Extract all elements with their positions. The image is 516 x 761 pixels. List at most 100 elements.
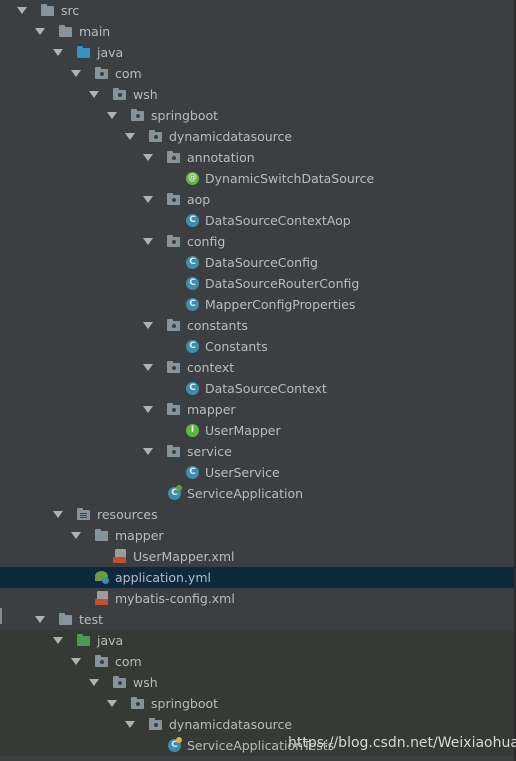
tree-row-constants[interactable]: C Constants: [0, 336, 516, 357]
tree-row-label: constants: [187, 318, 248, 333]
tree-row-dynamicdatasource[interactable]: dynamicdatasource: [0, 714, 516, 735]
package-icon: [167, 360, 182, 375]
annotation-icon: @: [186, 172, 199, 185]
expand-arrow-icon[interactable]: [143, 364, 153, 371]
tree-row-label: application.yml: [115, 570, 211, 585]
tree-row-src[interactable]: src: [0, 0, 516, 21]
tree-row-label: wsh: [133, 87, 158, 102]
spring-boot-class-icon: C: [167, 485, 182, 501]
tree-row-com[interactable]: com: [0, 651, 516, 672]
tree-row-main[interactable]: main: [0, 21, 516, 42]
tree-row-usermapper-xml[interactable]: UserMapper.xml: [0, 546, 516, 567]
tree-row-label: mapper: [187, 402, 236, 417]
tree-row-application-yml[interactable]: application.yml: [0, 567, 516, 588]
tree-row-java[interactable]: java: [0, 42, 516, 63]
tree-row-label: com: [115, 66, 142, 81]
tree-row-label: service: [187, 444, 232, 459]
tree-row-wsh[interactable]: wsh: [0, 672, 516, 693]
tree-row-label: wsh: [133, 675, 158, 690]
expand-arrow-icon[interactable]: [17, 7, 27, 14]
yaml-file-icon: [95, 570, 110, 585]
tree-row-label: com: [115, 654, 142, 669]
tree-row-datasourceconfig[interactable]: C DataSourceConfig: [0, 252, 516, 273]
source-folder-icon: [77, 45, 92, 60]
expand-arrow-icon[interactable]: [143, 154, 153, 161]
tree-row-config[interactable]: config: [0, 231, 516, 252]
expand-arrow-icon[interactable]: [71, 70, 81, 77]
tree-row-label: DataSourceContext: [205, 381, 327, 396]
folder-icon: [95, 528, 110, 543]
expand-arrow-icon[interactable]: [53, 49, 63, 56]
package-icon: [149, 717, 164, 732]
package-icon: [167, 150, 182, 165]
tree-row-label: MapperConfigProperties: [205, 297, 356, 312]
expand-arrow-icon[interactable]: [143, 196, 153, 203]
tree-row-label: context: [187, 360, 235, 375]
tree-row-springboot[interactable]: springboot: [0, 105, 516, 126]
tree-row-aop[interactable]: aop: [0, 189, 516, 210]
tree-row-dynamicswitchdatasource[interactable]: @ DynamicSwitchDataSource: [0, 168, 516, 189]
expand-arrow-icon[interactable]: [71, 658, 81, 665]
tree-row-label: mapper: [115, 528, 164, 543]
tree-row-label: DataSourceConfig: [205, 255, 318, 270]
expand-arrow-icon[interactable]: [35, 616, 45, 623]
package-icon: [167, 318, 182, 333]
expand-arrow-icon[interactable]: [143, 238, 153, 245]
tree-row-label: mybatis-config.xml: [115, 591, 235, 606]
class-icon: C: [185, 213, 200, 228]
interface-icon: I: [185, 423, 200, 438]
expand-arrow-icon[interactable]: [125, 133, 135, 140]
tree-row-java[interactable]: java: [0, 630, 516, 651]
tree-row-constants[interactable]: constants: [0, 315, 516, 336]
class-icon: C: [185, 465, 200, 480]
tree-row-label: resources: [97, 507, 158, 522]
tree-row-mybatis-config-xml[interactable]: mybatis-config.xml: [0, 588, 516, 609]
expand-arrow-icon[interactable]: [35, 28, 45, 35]
tree-row-resources[interactable]: resources: [0, 504, 516, 525]
class-icon: C: [185, 339, 200, 354]
class-icon: C: [185, 297, 200, 312]
tree-row-wsh[interactable]: wsh: [0, 84, 516, 105]
expand-arrow-icon[interactable]: [53, 637, 63, 644]
tree-row-serviceapplication[interactable]: C ServiceApplication: [0, 483, 516, 504]
tree-row-label: springboot: [151, 108, 219, 123]
expand-arrow-icon[interactable]: [71, 532, 81, 539]
class-icon: C: [185, 381, 200, 396]
tree-row-mapper[interactable]: mapper: [0, 399, 516, 420]
tree-row-dynamicdatasource[interactable]: dynamicdatasource: [0, 126, 516, 147]
tree-row-mapperconfigproperties[interactable]: C MapperConfigProperties: [0, 294, 516, 315]
gutter-marker: [0, 608, 2, 624]
package-icon: [149, 129, 164, 144]
tree-row-userservice[interactable]: C UserService: [0, 462, 516, 483]
class-icon: C: [185, 276, 200, 291]
package-icon: [167, 444, 182, 459]
tree-row-datasourcecontextaop[interactable]: C DataSourceContextAop: [0, 210, 516, 231]
tree-row-service[interactable]: service: [0, 441, 516, 462]
watermark: https://blog.csdn.net/Weixiaohuai: [288, 735, 516, 751]
tree-row-datasourcecontext[interactable]: C DataSourceContext: [0, 378, 516, 399]
expand-arrow-icon[interactable]: [53, 511, 63, 518]
tree-row-label: springboot: [151, 696, 219, 711]
expand-arrow-icon[interactable]: [107, 700, 117, 707]
expand-arrow-icon[interactable]: [125, 721, 135, 728]
tree-row-annotation[interactable]: annotation: [0, 147, 516, 168]
tree-row-label: ServiceApplication: [187, 486, 304, 501]
tree-row-label: config: [187, 234, 226, 249]
tree-row-mapper[interactable]: mapper: [0, 525, 516, 546]
expand-arrow-icon[interactable]: [143, 406, 153, 413]
expand-arrow-icon[interactable]: [89, 91, 99, 98]
tree-row-springboot[interactable]: springboot: [0, 693, 516, 714]
expand-arrow-icon[interactable]: [89, 679, 99, 686]
folder-icon: [41, 3, 56, 18]
tree-row-context[interactable]: context: [0, 357, 516, 378]
tree-row-com[interactable]: com: [0, 63, 516, 84]
resources-folder-icon: [77, 507, 92, 522]
tree-row-datasourcerouterconfig[interactable]: C DataSourceRouterConfig: [0, 273, 516, 294]
tree-row-usermapper[interactable]: I UserMapper: [0, 420, 516, 441]
tree-row-test[interactable]: test: [0, 609, 516, 630]
expand-arrow-icon[interactable]: [107, 112, 117, 119]
package-icon: [167, 402, 182, 417]
expand-arrow-icon[interactable]: [143, 448, 153, 455]
tree-row-label: DataSourceRouterConfig: [205, 276, 360, 291]
expand-arrow-icon[interactable]: [143, 322, 153, 329]
